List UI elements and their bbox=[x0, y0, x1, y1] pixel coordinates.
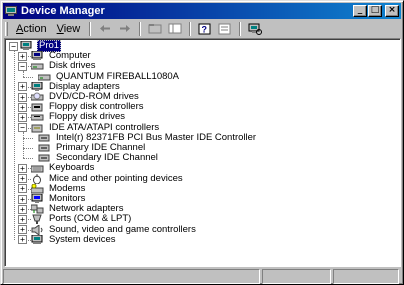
menu-view-accel: V bbox=[56, 22, 64, 35]
expand-toggle[interactable]: + bbox=[18, 102, 27, 112]
expand-toggle[interactable]: + bbox=[18, 112, 27, 122]
tree-connector bbox=[23, 148, 33, 149]
ide-child-icon bbox=[38, 143, 51, 153]
toolbar-grip bbox=[5, 21, 8, 36]
tree-connector bbox=[28, 86, 31, 88]
expand-toggle[interactable]: + bbox=[18, 163, 27, 173]
toolbar-separator bbox=[239, 21, 242, 36]
port-icon bbox=[31, 214, 44, 225]
computer-icon bbox=[31, 50, 44, 61]
tree-connector bbox=[28, 127, 31, 129]
expand-toggle[interactable]: + bbox=[18, 204, 27, 214]
expand-toggle[interactable]: + bbox=[18, 184, 27, 194]
expand-toggle[interactable]: + bbox=[18, 235, 27, 245]
tree-connector bbox=[23, 70, 24, 77]
expand-toggle[interactable]: + bbox=[18, 214, 27, 224]
tree-item[interactable]: System devices bbox=[31, 233, 117, 245]
tree-item-label: Ports (COM & LPT) bbox=[49, 213, 132, 225]
modem-icon bbox=[30, 183, 44, 194]
toolbar-separator bbox=[189, 21, 192, 36]
menu-action-rest: ction bbox=[23, 22, 47, 35]
tree-connector bbox=[28, 107, 31, 109]
expand-toggle[interactable]: + bbox=[18, 92, 27, 102]
tree-connector bbox=[28, 56, 31, 58]
ide-controller-icon bbox=[31, 123, 44, 133]
collapse-toggle[interactable]: − bbox=[18, 61, 27, 71]
disk-drive-icon bbox=[30, 61, 44, 71]
scan-hardware-icon[interactable] bbox=[247, 22, 263, 36]
close-button[interactable]: × bbox=[385, 5, 399, 17]
network-icon bbox=[30, 204, 44, 214]
tree-connector bbox=[28, 219, 31, 221]
collapse-toggle[interactable]: − bbox=[9, 41, 18, 51]
tree-item[interactable]: Disk drives bbox=[30, 60, 96, 72]
show-hide-tree-icon[interactable] bbox=[167, 22, 183, 36]
root bbox=[20, 40, 33, 51]
tree-connector bbox=[14, 50, 15, 240]
sound-icon bbox=[31, 223, 44, 236]
expand-toggle[interactable]: + bbox=[18, 51, 27, 61]
device-manager-window: Device Manager _ □ × Action View ? Pro1 … bbox=[0, 0, 404, 285]
tree-connector bbox=[28, 168, 31, 170]
maximize-button[interactable]: □ bbox=[368, 5, 382, 17]
status-cell-main bbox=[3, 269, 260, 284]
status-cell-3 bbox=[333, 269, 400, 284]
mouse-icon bbox=[31, 173, 44, 185]
menu-view-rest: iew bbox=[63, 22, 81, 35]
expand-toggle[interactable]: + bbox=[18, 194, 27, 204]
svg-text:?: ? bbox=[202, 24, 208, 34]
tree-item[interactable]: Floppy disk drives bbox=[30, 111, 126, 123]
floppy-icon bbox=[30, 112, 44, 122]
tree-connector bbox=[28, 229, 31, 231]
cdrom-icon bbox=[30, 92, 44, 102]
device-tree[interactable]: Pro1− Computer + Disk drives − QUANTUM FIREBA… bbox=[4, 38, 401, 267]
menu-view[interactable]: View bbox=[52, 22, 86, 36]
back-arrow-icon[interactable] bbox=[97, 22, 113, 36]
properties-icon[interactable] bbox=[217, 22, 233, 36]
tree-item-label: Disk drives bbox=[49, 60, 96, 72]
tree-connector bbox=[23, 76, 33, 78]
tree-connector bbox=[28, 97, 31, 98]
tree-connector bbox=[23, 131, 24, 159]
device-manager-icon bbox=[5, 5, 17, 17]
tree-connector bbox=[28, 199, 31, 200]
tree-connector bbox=[23, 137, 33, 139]
toolbar-separator bbox=[89, 21, 92, 36]
tree-item-label: Floppy disk drives bbox=[49, 111, 126, 123]
status-cell-2 bbox=[261, 269, 332, 284]
tree-connector bbox=[28, 239, 31, 241]
tree-connector bbox=[28, 178, 31, 180]
tree-connector bbox=[28, 66, 31, 68]
keyboard-icon bbox=[30, 163, 44, 173]
minimize-button[interactable]: _ bbox=[353, 5, 367, 17]
controller-icon bbox=[31, 102, 44, 112]
tree-connector bbox=[28, 209, 31, 211]
tree-connector bbox=[28, 188, 31, 190]
system-icon bbox=[31, 234, 44, 245]
forward-arrow-icon[interactable] bbox=[117, 22, 133, 36]
tree-item-label: System devices bbox=[49, 233, 116, 245]
status-bar bbox=[3, 269, 401, 284]
ide-child-icon bbox=[38, 133, 51, 143]
expand-toggle[interactable]: + bbox=[18, 225, 27, 235]
expand-toggle[interactable]: + bbox=[18, 82, 27, 92]
tree-item[interactable]: Keyboards bbox=[30, 162, 95, 174]
expand-toggle[interactable]: + bbox=[18, 174, 27, 184]
up-folder-icon[interactable] bbox=[147, 22, 163, 36]
collapse-toggle[interactable]: − bbox=[18, 123, 27, 133]
window-title: Device Manager bbox=[21, 5, 105, 17]
toolbar-separator bbox=[139, 21, 142, 36]
monitor-icon bbox=[31, 193, 44, 204]
title-bar[interactable]: Device Manager _ □ × bbox=[3, 3, 401, 19]
tree-connector bbox=[28, 117, 31, 119]
menu-toolbar: Action View ? bbox=[3, 20, 401, 37]
tree-item[interactable]: Ports (COM & LPT) bbox=[31, 213, 132, 225]
tree-item-label: Keyboards bbox=[49, 162, 95, 174]
display-icon bbox=[31, 81, 44, 92]
tree-connector bbox=[23, 158, 33, 160]
menu-action[interactable]: Action bbox=[11, 22, 52, 36]
help-icon[interactable]: ? bbox=[197, 22, 213, 36]
